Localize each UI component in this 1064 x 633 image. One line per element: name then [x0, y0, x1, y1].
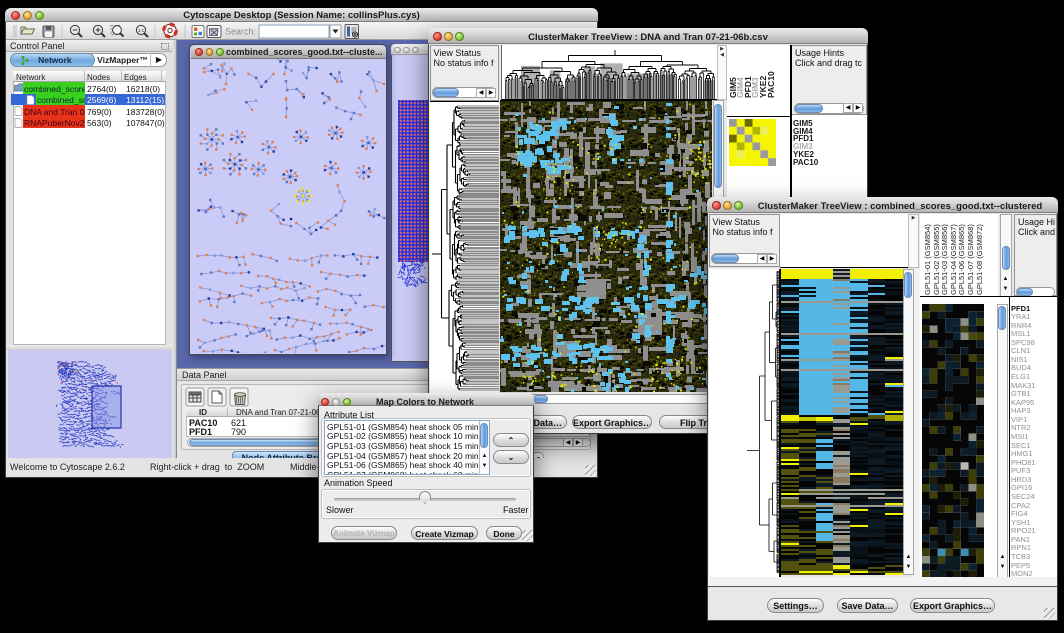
svg-text:Search:: Search: — [225, 27, 256, 37]
